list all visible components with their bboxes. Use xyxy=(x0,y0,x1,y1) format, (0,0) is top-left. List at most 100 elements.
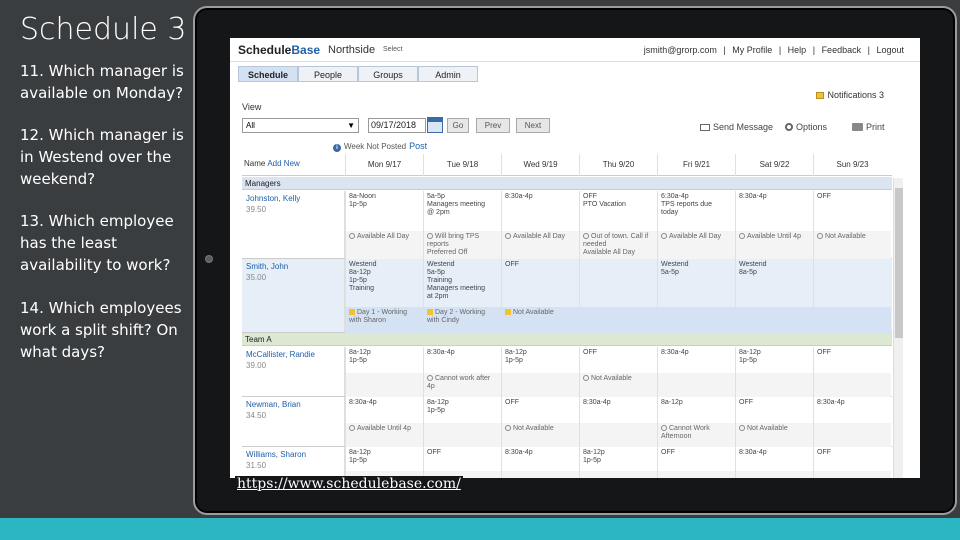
availability-cell[interactable]: Cannot work after 4p xyxy=(423,373,501,397)
logout-link[interactable]: Logout xyxy=(876,45,904,55)
availability-cell[interactable]: Out of town. Call if needed Available Al… xyxy=(579,231,657,259)
help-link[interactable]: Help xyxy=(788,45,807,55)
shift-cell[interactable]: OFF xyxy=(735,397,813,423)
employee-name[interactable]: Newman, Brian 34.50 xyxy=(242,397,345,446)
shift-cell[interactable]: 8:30a-4p xyxy=(579,397,657,423)
availability-cell[interactable]: Cannot Work Afternoon xyxy=(657,423,735,447)
shift-cell[interactable]: OFF xyxy=(813,191,891,231)
tab-admin[interactable]: Admin xyxy=(418,66,478,82)
send-message-button[interactable]: Send Message xyxy=(700,122,773,132)
shift-cell[interactable]: 8:30a-4p xyxy=(813,397,891,423)
view-select[interactable]: All ▼ xyxy=(242,118,359,133)
employee-name[interactable]: Williams, Sharon 31.50 xyxy=(242,447,345,478)
shift-cell[interactable]: 8a-12p xyxy=(657,397,735,423)
tab-groups[interactable]: Groups xyxy=(358,66,418,82)
availability-cell[interactable] xyxy=(735,307,813,333)
add-new-link[interactable]: Add New xyxy=(267,159,299,168)
select-org-link[interactable]: Select xyxy=(383,46,402,53)
post-link[interactable]: Post xyxy=(409,141,427,151)
shift-cell[interactable]: 8a-12p 1p-5p xyxy=(501,347,579,373)
tab-schedule[interactable]: Schedule xyxy=(238,66,298,82)
shift-cell[interactable]: OFF xyxy=(579,347,657,373)
employee-name[interactable]: McCallister, Randie 39.00 xyxy=(242,347,345,396)
tab-people[interactable]: People xyxy=(298,66,358,82)
shift-cell[interactable]: 8:30a-4p xyxy=(423,347,501,373)
availability-cell[interactable]: Available Until 4p xyxy=(735,231,813,259)
availability-cell[interactable] xyxy=(657,373,735,397)
availability-cell[interactable] xyxy=(735,373,813,397)
availability-cell[interactable]: Will bring TPS reports Preferred Off xyxy=(423,231,501,259)
availability-cell[interactable]: Available All Day xyxy=(501,231,579,259)
shift-cell[interactable]: 8a-12p 1p-5p xyxy=(345,447,423,471)
shift-cell[interactable]: OFF xyxy=(813,447,891,471)
availability-cell[interactable] xyxy=(579,307,657,333)
source-url-link[interactable]: https://www.schedulebase.com/ xyxy=(235,476,463,492)
availability-cell[interactable] xyxy=(345,373,423,397)
availability-cell[interactable]: Not Available xyxy=(735,423,813,447)
shift-cell[interactable]: 8a-12p 1p-5p xyxy=(735,347,813,373)
shift-cell[interactable]: 8:30a-4p xyxy=(501,447,579,471)
date-input[interactable]: 09/17/2018 xyxy=(368,118,426,133)
vertical-scrollbar[interactable] xyxy=(893,178,903,478)
availability-cell[interactable] xyxy=(735,471,813,478)
availability-cell[interactable] xyxy=(813,423,891,447)
shift-cell[interactable]: OFF xyxy=(657,447,735,471)
employee-name[interactable]: Smith, John 35.00 xyxy=(242,259,345,332)
shift-cell[interactable]: OFF xyxy=(501,397,579,423)
availability-cell[interactable]: Not Available xyxy=(813,231,891,259)
availability-cell[interactable] xyxy=(813,471,891,478)
availability-cell[interactable] xyxy=(423,423,501,447)
shift-cell[interactable]: OFF PTO Vacation xyxy=(579,191,657,231)
shift-cell[interactable]: 8a-12p 1p-5p xyxy=(423,397,501,423)
availability-cell[interactable]: Available Until 4p xyxy=(345,423,423,447)
availability-cell[interactable] xyxy=(579,471,657,478)
feedback-link[interactable]: Feedback xyxy=(822,45,862,55)
shift-cell[interactable]: 8a-12p 1p-5p xyxy=(345,347,423,373)
shift-cell[interactable]: 6:30a-4p TPS reports due today xyxy=(657,191,735,231)
availability-cell[interactable] xyxy=(813,307,891,333)
availability-cell[interactable] xyxy=(657,307,735,333)
shift-cell[interactable] xyxy=(579,259,657,307)
availability-cell[interactable]: Day 2 - Working with Cindy xyxy=(423,307,501,333)
availability-cell[interactable]: Not Available xyxy=(501,423,579,447)
availability-cell[interactable]: Available All Day xyxy=(345,231,423,259)
shift-cell[interactable]: 8:30a-4p xyxy=(657,347,735,373)
employee-name[interactable]: Johnston, Kelly 39.50 xyxy=(242,191,345,258)
availability-cell[interactable] xyxy=(501,471,579,478)
shift-cell[interactable] xyxy=(813,259,891,307)
calendar-icon[interactable] xyxy=(427,117,443,133)
clock-icon xyxy=(661,425,667,431)
shift-cell[interactable]: 8a-12p 1p-5p xyxy=(579,447,657,471)
next-button[interactable]: Next xyxy=(516,118,550,133)
shift-cell[interactable]: 5a-5p Managers meeting @ 2pm xyxy=(423,191,501,231)
availability-cell[interactable] xyxy=(579,423,657,447)
app-logo[interactable]: ScheduleBase xyxy=(238,43,320,57)
shift-cell[interactable]: Westend 5a-5p xyxy=(657,259,735,307)
shift-cell[interactable]: 8:30a-4p xyxy=(501,191,579,231)
availability-cell[interactable]: Day 1 - Working with Sharon xyxy=(345,307,423,333)
options-button[interactable]: Options xyxy=(785,122,827,132)
go-button[interactable]: Go xyxy=(447,118,469,133)
availability-cell[interactable] xyxy=(657,471,735,478)
shift-cell[interactable]: 8:30a-4p xyxy=(345,397,423,423)
shift-cell[interactable]: OFF xyxy=(813,347,891,373)
availability-cell[interactable]: Not Available xyxy=(579,373,657,397)
availability-cell[interactable]: Not Available xyxy=(501,307,579,333)
shift-cell[interactable]: Westend 5a-5p Training Managers meeting … xyxy=(423,259,501,307)
shift-cell[interactable]: 8a-Noon 1p-5p xyxy=(345,191,423,231)
prev-button[interactable]: Prev xyxy=(476,118,510,133)
my-profile-link[interactable]: My Profile xyxy=(732,45,772,55)
shift-cell[interactable]: 8:30a-4p xyxy=(735,191,813,231)
shift-cell[interactable]: OFF xyxy=(501,259,579,307)
shift-cell[interactable]: 8:30a-4p xyxy=(735,447,813,471)
scroll-thumb[interactable] xyxy=(895,188,903,338)
print-button[interactable]: Print xyxy=(852,122,885,132)
notifications-link[interactable]: Notifications 3 xyxy=(816,90,884,100)
shift-cell[interactable]: Westend 8a-5p xyxy=(735,259,813,307)
shift-cell[interactable]: Westend 8a-12p 1p-5p Training xyxy=(345,259,423,307)
availability-cell[interactable] xyxy=(501,373,579,397)
day-header-tue: Tue 9/18 xyxy=(423,154,501,176)
availability-cell[interactable]: Available All Day xyxy=(657,231,735,259)
shift-cell[interactable]: OFF xyxy=(423,447,501,471)
availability-cell[interactable] xyxy=(813,373,891,397)
